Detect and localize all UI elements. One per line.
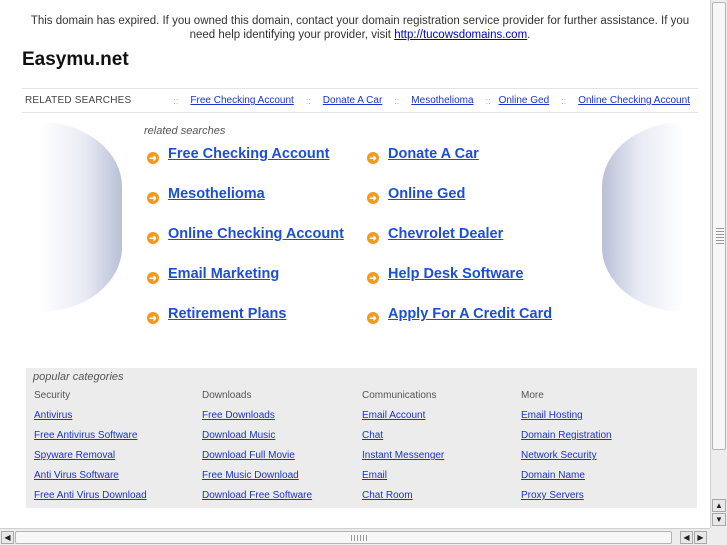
related-bar-link[interactable]: Online Checking Account bbox=[578, 95, 690, 106]
horizontal-scrollbar[interactable]: ◀ ◀ ▶ bbox=[0, 528, 710, 545]
tucows-link[interactable]: http://tucowsdomains.com bbox=[394, 29, 527, 41]
category-link[interactable]: Antivirus bbox=[34, 410, 147, 430]
vertical-scroll-thumb[interactable] bbox=[712, 2, 726, 450]
separator: :: bbox=[173, 95, 179, 106]
search-link[interactable]: Free Checking Account bbox=[168, 146, 329, 162]
related-bar-link[interactable]: Donate A Car bbox=[323, 95, 382, 106]
search-link[interactable]: Email Marketing bbox=[168, 266, 279, 282]
search-link[interactable]: Apply For A Credit Card bbox=[388, 306, 552, 322]
horizontal-scroll-thumb[interactable] bbox=[15, 531, 672, 544]
category-link[interactable]: Email bbox=[362, 470, 444, 490]
orange-circle-arrow-icon: ➜ bbox=[367, 232, 379, 244]
category-link[interactable]: Free Antivirus Software bbox=[34, 430, 147, 450]
category-link[interactable]: Chat bbox=[362, 430, 444, 450]
category-link[interactable]: Network Security bbox=[521, 450, 612, 470]
search-link[interactable]: Donate A Car bbox=[388, 146, 479, 162]
search-link-item: ➜ Help Desk Software bbox=[367, 266, 587, 306]
expired-notice: This domain has expired. If you owned th… bbox=[20, 14, 700, 42]
separator: :: bbox=[305, 95, 311, 106]
category-title: Communications bbox=[362, 390, 437, 401]
search-link[interactable]: Retirement Plans bbox=[168, 306, 286, 322]
category-link[interactable]: Free Downloads bbox=[202, 410, 312, 430]
expired-notice-end: . bbox=[527, 29, 531, 41]
decorative-left-curve bbox=[40, 122, 122, 312]
category-column-more: More Email Hosting Domain Registration N… bbox=[521, 390, 612, 510]
separator: :: bbox=[485, 95, 491, 106]
search-link-item: ➜ Retirement Plans bbox=[147, 306, 367, 346]
related-bar-link[interactable]: Online Ged bbox=[499, 95, 550, 106]
orange-circle-arrow-icon: ➜ bbox=[147, 312, 159, 324]
popular-categories-panel: popular categories Security Antivirus Fr… bbox=[26, 368, 697, 508]
orange-circle-arrow-icon: ➜ bbox=[147, 152, 159, 164]
arrow-left-icon[interactable]: ◀ bbox=[1, 531, 14, 544]
search-link[interactable]: Mesothelioma bbox=[168, 186, 265, 202]
arrow-up-icon[interactable]: ▲ bbox=[712, 499, 726, 512]
search-link[interactable]: Help Desk Software bbox=[388, 266, 523, 282]
related-bar-link[interactable]: Free Checking Account bbox=[190, 95, 293, 106]
search-link[interactable]: Chevrolet Dealer bbox=[388, 226, 503, 242]
orange-circle-arrow-icon: ➜ bbox=[147, 192, 159, 204]
category-link[interactable]: Free Music Download bbox=[202, 470, 312, 490]
search-link-item: ➜ Donate A Car bbox=[367, 146, 587, 186]
category-link[interactable]: Free Anti Virus Download bbox=[34, 490, 147, 510]
search-link-item: ➜ Free Checking Account bbox=[147, 146, 367, 186]
category-link[interactable]: Proxy Servers bbox=[521, 490, 612, 510]
related-bar-link[interactable]: Mesothelioma bbox=[411, 95, 473, 106]
category-link[interactable]: Download Full Movie bbox=[202, 450, 312, 470]
related-searches-bar: RELATED SEARCHES :: Free Checking Accoun… bbox=[22, 88, 698, 113]
search-link-item: ➜ Online Checking Account bbox=[147, 226, 367, 266]
search-link[interactable]: Online Checking Account bbox=[168, 226, 344, 242]
vertical-scrollbar[interactable]: ▲ ▼ bbox=[710, 0, 727, 528]
category-link[interactable]: Spyware Removal bbox=[34, 450, 147, 470]
search-link-item: ➜ Online Ged bbox=[367, 186, 587, 226]
search-link-item: ➜ Mesothelioma bbox=[147, 186, 367, 226]
grip-icon bbox=[716, 228, 724, 244]
related-searches-label: RELATED SEARCHES bbox=[25, 95, 132, 106]
category-link[interactable]: Anti Virus Software bbox=[34, 470, 147, 490]
arrow-left-icon[interactable]: ◀ bbox=[680, 531, 693, 544]
search-link-item: ➜ Email Marketing bbox=[147, 266, 367, 306]
category-title: Downloads bbox=[202, 390, 252, 401]
category-link[interactable]: Email Account bbox=[362, 410, 444, 430]
orange-circle-arrow-icon: ➜ bbox=[367, 272, 379, 284]
category-column-security: Security Antivirus Free Antivirus Softwa… bbox=[34, 390, 147, 510]
orange-circle-arrow-icon: ➜ bbox=[367, 152, 379, 164]
related-searches-grid: ➜ Free Checking Account ➜ Donate A Car ➜ Me… bbox=[147, 146, 587, 346]
search-link-item: ➜ Apply For A Credit Card bbox=[367, 306, 587, 346]
category-link[interactable]: Domain Registration bbox=[521, 430, 612, 450]
category-title: More bbox=[521, 390, 544, 401]
site-title: Easymu.net bbox=[22, 49, 129, 70]
expired-notice-text: This domain has expired. If you owned th… bbox=[30, 15, 690, 41]
separator: :: bbox=[394, 95, 400, 106]
orange-circle-arrow-icon: ➜ bbox=[147, 232, 159, 244]
grip-icon bbox=[351, 535, 367, 541]
decorative-right-curve bbox=[602, 122, 684, 312]
category-link[interactable]: Email Hosting bbox=[521, 410, 612, 430]
category-link[interactable]: Download Free Software bbox=[202, 490, 312, 510]
orange-circle-arrow-icon: ➜ bbox=[367, 312, 379, 324]
category-link[interactable]: Domain Name bbox=[521, 470, 612, 490]
scrollbar-corner bbox=[710, 528, 727, 545]
search-link-item: ➜ Chevrolet Dealer bbox=[367, 226, 587, 266]
orange-circle-arrow-icon: ➜ bbox=[367, 192, 379, 204]
search-link[interactable]: Online Ged bbox=[388, 186, 465, 202]
category-column-communications: Communications Email Account Chat Instan… bbox=[362, 390, 444, 510]
category-link[interactable]: Instant Messenger bbox=[362, 450, 444, 470]
popular-categories-heading: popular categories bbox=[33, 371, 124, 383]
arrow-right-icon[interactable]: ▶ bbox=[694, 531, 707, 544]
orange-circle-arrow-icon: ➜ bbox=[147, 272, 159, 284]
related-searches-heading: related searches bbox=[144, 125, 226, 137]
category-column-downloads: Downloads Free Downloads Download Music … bbox=[202, 390, 312, 510]
category-link[interactable]: Chat Room bbox=[362, 490, 444, 510]
arrow-down-icon[interactable]: ▼ bbox=[712, 513, 726, 526]
separator: :: bbox=[561, 95, 567, 106]
category-link[interactable]: Download Music bbox=[202, 430, 312, 450]
category-title: Security bbox=[34, 390, 71, 401]
